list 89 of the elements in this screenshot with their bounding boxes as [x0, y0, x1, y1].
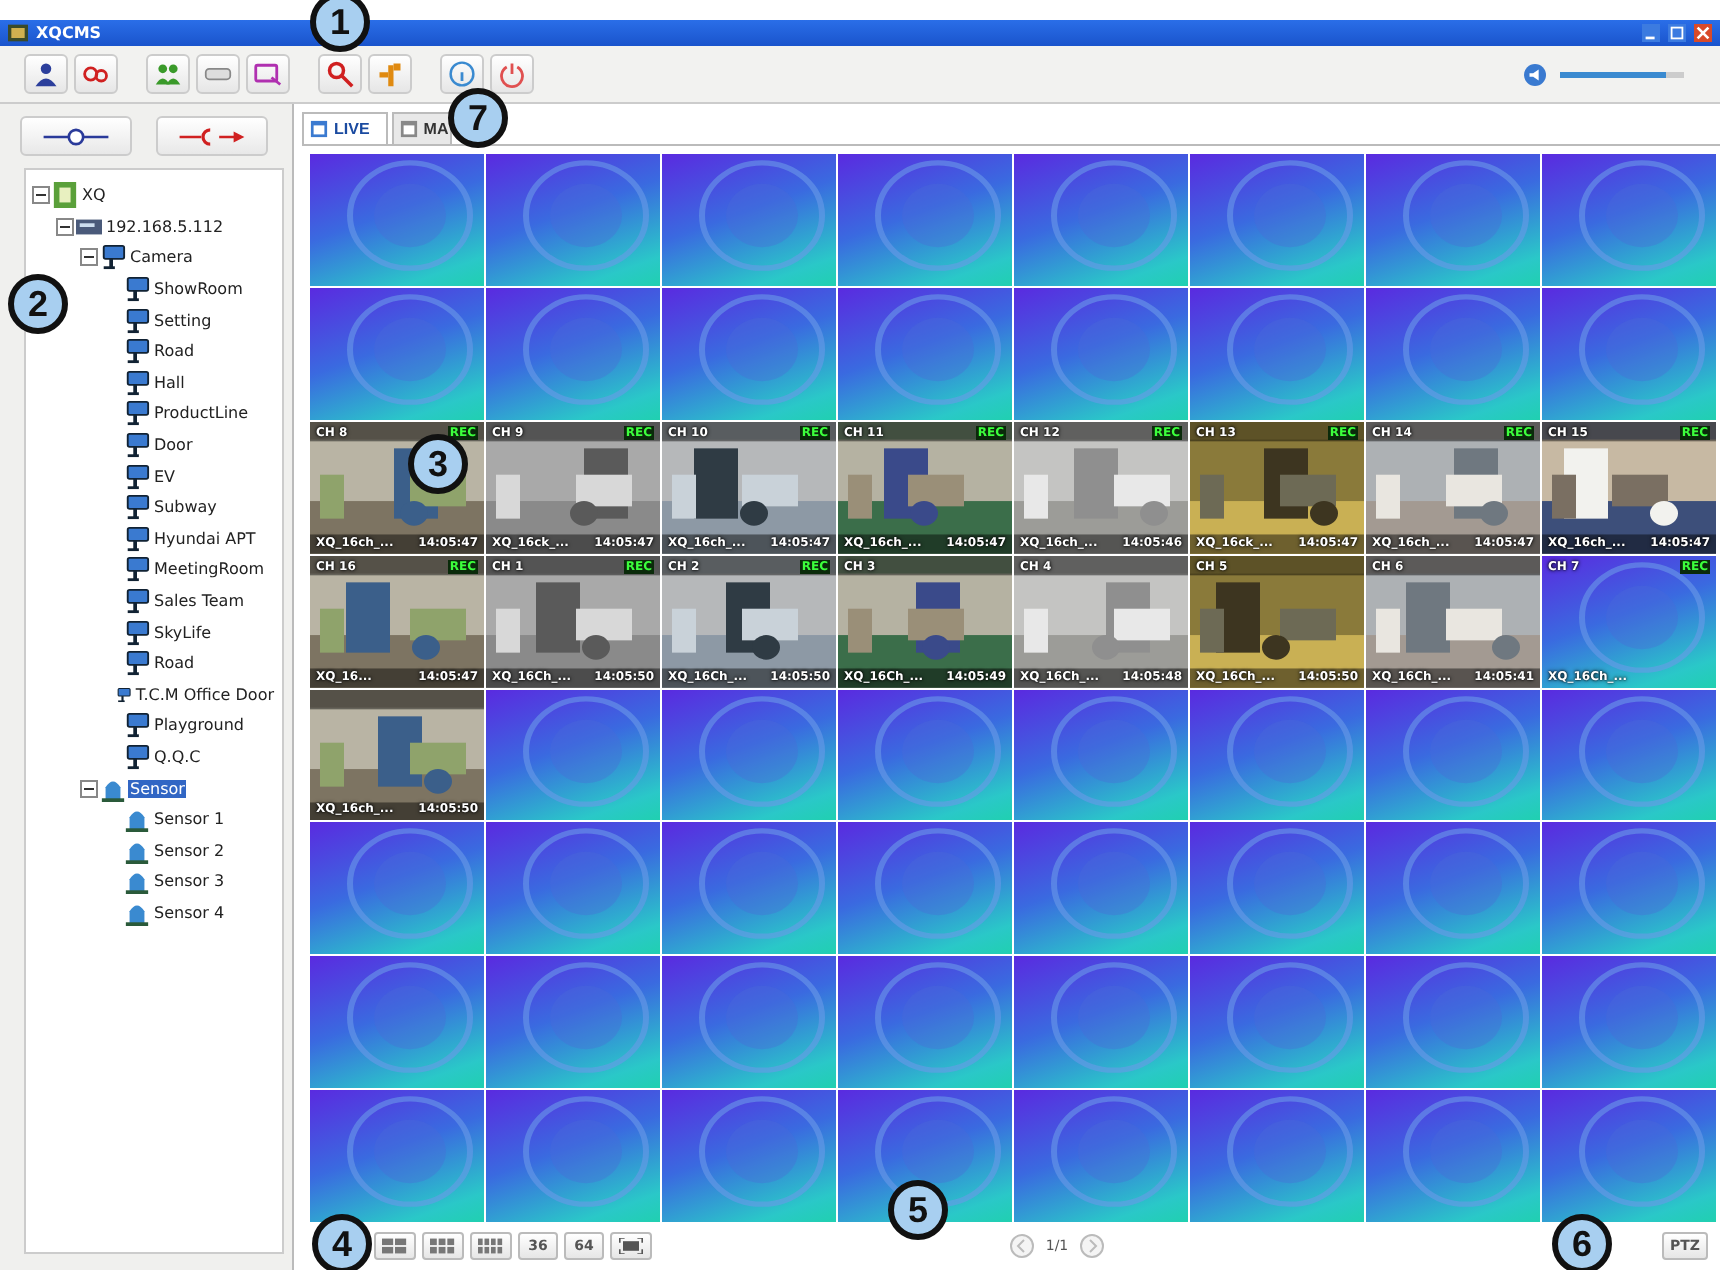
speaker-icon: [1524, 63, 1546, 85]
search-icon: [326, 60, 354, 88]
sensor-icon: [124, 806, 150, 833]
grid-icon: [382, 1238, 408, 1255]
maximize-icon[interactable]: [1668, 24, 1686, 42]
tree-item[interactable]: Door: [152, 436, 195, 455]
tree-item[interactable]: Playground: [152, 716, 246, 735]
camera-icon: [124, 556, 150, 583]
grid-layout-button[interactable]: [374, 1232, 416, 1261]
user-button[interactable]: [24, 54, 68, 94]
camera-icon: [124, 463, 150, 490]
camera-icon: [124, 743, 150, 770]
callout-number: 4: [312, 1214, 372, 1270]
tree-item[interactable]: Subway: [152, 498, 219, 517]
tree-item[interactable]: SkyLife: [152, 623, 214, 642]
tree-item[interactable]: Hall: [152, 373, 187, 392]
camera-icon: [124, 588, 150, 615]
group-icon: [154, 60, 182, 88]
screen-icon: [254, 60, 282, 88]
tree-item[interactable]: Sensor 1: [152, 810, 227, 829]
search-button[interactable]: [318, 54, 362, 94]
grid-icon: [430, 1238, 456, 1255]
grid-layout-button[interactable]: [422, 1232, 464, 1261]
bar-button[interactable]: [196, 54, 240, 94]
tree-item[interactable]: Setting: [152, 311, 214, 330]
camera-icon: [124, 276, 150, 303]
tree-item[interactable]: Sensor 4: [152, 903, 227, 922]
grid-icon: [478, 1238, 504, 1255]
link-button[interactable]: [74, 54, 118, 94]
tree-item[interactable]: MeetingRoom: [152, 560, 267, 579]
grid-layout-button[interactable]: [470, 1232, 512, 1261]
app-icon: [8, 24, 28, 42]
camera-icon: [124, 712, 150, 739]
connect-button[interactable]: [20, 116, 132, 156]
collapse-toggle[interactable]: [32, 186, 50, 205]
collapse-toggle[interactable]: [80, 779, 98, 798]
callout-number: 6: [1552, 1214, 1612, 1270]
tree-item[interactable]: XQ: [80, 186, 108, 205]
close-icon[interactable]: [1694, 24, 1712, 42]
unplug-icon: [176, 125, 248, 147]
tree-item[interactable]: EV: [152, 467, 178, 486]
window-title: XQCMS: [36, 24, 102, 42]
tree-item[interactable]: Camera: [128, 248, 195, 267]
camera-icon: [124, 432, 150, 459]
tree-item[interactable]: Sensor 2: [152, 841, 227, 860]
info-icon: [448, 60, 476, 88]
collapse-toggle[interactable]: [56, 217, 74, 236]
plug-icon: [40, 125, 112, 147]
collapse-toggle[interactable]: [80, 248, 98, 267]
tree-item[interactable]: T.C.M Office Door: [133, 685, 276, 704]
site-icon: [52, 182, 78, 209]
power-icon: [498, 60, 526, 88]
minimize-icon[interactable]: [1642, 24, 1660, 42]
power-button[interactable]: [490, 54, 534, 94]
tree-item[interactable]: Sensor 3: [152, 872, 227, 891]
tree-item[interactable]: Sales Team: [152, 592, 246, 611]
window-icon: [399, 119, 418, 138]
tree-item[interactable]: 192.168.5.112: [104, 217, 226, 236]
tree-item[interactable]: Q.Q.C: [152, 747, 203, 766]
tree-item[interactable]: ShowRoom: [152, 280, 245, 299]
disconnect-button[interactable]: [156, 116, 268, 156]
window-icon: [310, 119, 328, 138]
tree-item[interactable]: Hyundai APT: [152, 529, 258, 548]
info-button[interactable]: [440, 54, 484, 94]
camera-icon: [100, 244, 126, 271]
volume-slider[interactable]: [1560, 71, 1684, 77]
fullscreen-icon: [618, 1238, 644, 1255]
tree-item[interactable]: Sensor: [128, 779, 187, 798]
tool-button[interactable]: [368, 54, 412, 94]
tree-item[interactable]: Road: [152, 342, 197, 361]
tool-icon: [376, 60, 404, 88]
camera-icon: [124, 338, 150, 365]
camera-icon: [124, 494, 150, 521]
callout-number: 1: [310, 0, 370, 52]
sensor-icon: [124, 868, 150, 895]
tree-item[interactable]: ProductLine: [152, 404, 251, 423]
camera-icon: [124, 650, 150, 677]
camera-icon: [124, 369, 150, 396]
fullscreen-button[interactable]: [610, 1232, 652, 1261]
tree-item[interactable]: Road: [152, 654, 197, 673]
camera-icon: [124, 400, 150, 427]
user-icon: [32, 60, 60, 88]
tab[interactable]: LIVE: [302, 112, 388, 144]
camera-icon: [124, 619, 150, 646]
group-button[interactable]: [146, 54, 190, 94]
screen-button[interactable]: [246, 54, 290, 94]
camera-icon: [124, 307, 150, 334]
camera-icon: [124, 525, 150, 552]
tab[interactable]: MA: [391, 112, 453, 144]
